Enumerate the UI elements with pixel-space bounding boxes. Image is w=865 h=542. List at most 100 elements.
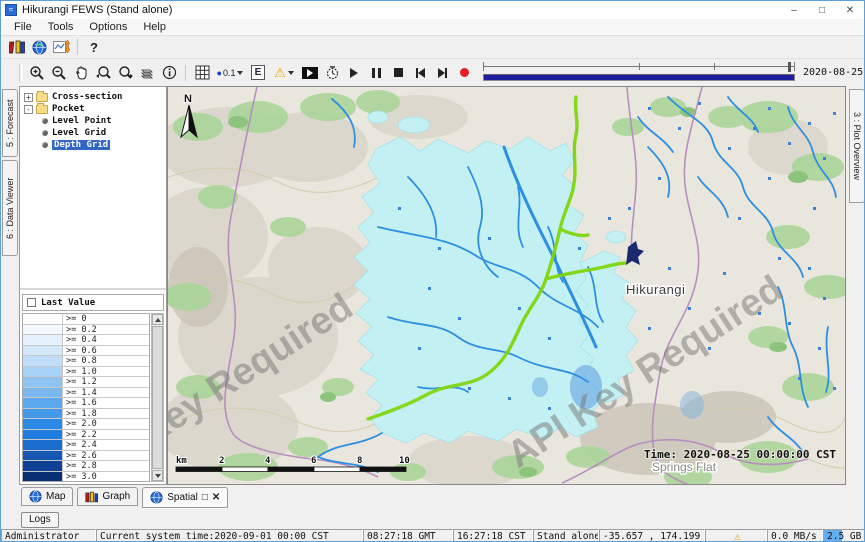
info-icon[interactable] bbox=[158, 63, 180, 83]
legend-row[interactable]: >= 2.8 bbox=[23, 461, 149, 472]
time-slider-handle[interactable] bbox=[788, 62, 791, 72]
legend-row[interactable]: >= 2.0 bbox=[23, 419, 149, 430]
legend-scrollbar[interactable] bbox=[151, 313, 164, 482]
legend-row[interactable]: >= 2.6 bbox=[23, 451, 149, 462]
zoom-previous-icon[interactable] bbox=[92, 63, 114, 83]
legend-row[interactable]: >= 1.6 bbox=[23, 398, 149, 409]
tree-item-pocket[interactable]: - Pocket bbox=[20, 103, 166, 115]
folder-icon bbox=[36, 93, 48, 102]
warning-icon: ⚠ bbox=[734, 530, 741, 542]
zoom-next-icon[interactable] bbox=[114, 63, 136, 83]
threshold-dot-icon: ● bbox=[217, 68, 222, 78]
svg-text:2: 2 bbox=[219, 456, 224, 466]
legend-row[interactable]: >= 1.0 bbox=[23, 367, 149, 378]
threshold-value: 0.1 bbox=[223, 68, 236, 78]
legend-row[interactable]: >= 0.8 bbox=[23, 356, 149, 367]
tab-graph[interactable]: Graph bbox=[77, 487, 138, 506]
current-map-datetime: 2020-08-25 00:00:00 CST bbox=[803, 67, 865, 78]
tab-maximize-icon[interactable]: □ bbox=[202, 492, 208, 503]
pan-hand-icon[interactable] bbox=[70, 63, 92, 83]
menu-options[interactable]: Options bbox=[82, 20, 134, 34]
chevron-down-icon bbox=[237, 71, 243, 75]
globe-icon[interactable] bbox=[28, 37, 50, 57]
warning-dropdown[interactable]: ⚠ bbox=[269, 63, 299, 83]
legend-swatch bbox=[23, 356, 63, 366]
play-button[interactable] bbox=[343, 63, 365, 83]
menu-help[interactable]: Help bbox=[136, 20, 173, 34]
tab-map[interactable]: Map bbox=[21, 487, 73, 506]
legend-row[interactable]: >= 0.4 bbox=[23, 335, 149, 346]
time-slider[interactable] bbox=[483, 62, 795, 84]
legend-swatch bbox=[23, 325, 63, 335]
map-canvas[interactable]: API Key Required API Key Required Hikura… bbox=[168, 87, 846, 485]
legend-swatch bbox=[23, 398, 63, 408]
legend-row[interactable]: >= 2.4 bbox=[23, 440, 149, 451]
time-span-bar bbox=[483, 74, 795, 81]
main-area: 5 : Forecast 6 : Data Viewer + Cross-sec… bbox=[1, 86, 865, 485]
skip-start-button[interactable] bbox=[409, 63, 431, 83]
scrollbar-thumb[interactable] bbox=[152, 326, 163, 469]
tab-data-viewer[interactable]: 6 : Data Viewer bbox=[2, 160, 18, 256]
tree-item-level-point[interactable]: Level Point bbox=[20, 115, 166, 127]
layers-icon[interactable] bbox=[136, 63, 158, 83]
legend-row[interactable]: >= 0.6 bbox=[23, 346, 149, 357]
database-icon[interactable] bbox=[6, 37, 28, 57]
status-transfer-rate: 0.0 MB/s bbox=[767, 529, 823, 542]
legend-row[interactable]: >= 1.8 bbox=[23, 409, 149, 420]
legend-row[interactable]: >= 3.0 bbox=[23, 472, 149, 483]
animation-settings-icon[interactable] bbox=[321, 63, 343, 83]
node-bullet-icon bbox=[42, 118, 48, 124]
spatial-map[interactable]: API Key Required API Key Required Hikura… bbox=[167, 86, 846, 485]
legend-row[interactable]: >= 1.4 bbox=[23, 388, 149, 399]
help-icon[interactable]: ? bbox=[83, 37, 105, 57]
menu-file[interactable]: File bbox=[7, 20, 39, 34]
collapse-icon[interactable]: - bbox=[24, 105, 33, 114]
svg-text:N: N bbox=[184, 93, 192, 105]
zoom-out-icon[interactable] bbox=[48, 63, 70, 83]
tree-item-level-grid[interactable]: Level Grid bbox=[20, 127, 166, 139]
status-bar: Administrator Current system time:2020-0… bbox=[1, 529, 864, 542]
stop-button[interactable] bbox=[387, 63, 409, 83]
logs-button[interactable]: Logs bbox=[21, 512, 59, 528]
expand-icon[interactable]: + bbox=[24, 93, 33, 102]
title-bar[interactable]: ≈ Hikurangi FEWS (Stand alone) – □ ✕ bbox=[1, 1, 864, 19]
legend-header-label: Last Value bbox=[41, 298, 95, 308]
tab-plot-overview[interactable]: 3 : Plot Overview bbox=[849, 89, 865, 203]
legend-row[interactable]: >= 1.2 bbox=[23, 377, 149, 388]
svg-text:km: km bbox=[176, 456, 187, 466]
svg-text:6: 6 bbox=[311, 456, 316, 466]
tab-spatial[interactable]: Spatial □ ✕ bbox=[142, 487, 228, 508]
scroll-up-icon[interactable] bbox=[152, 314, 163, 325]
legend-row[interactable]: >= 2.2 bbox=[23, 430, 149, 441]
globe-icon bbox=[150, 491, 163, 504]
application-window: ≈ Hikurangi FEWS (Stand alone) – □ ✕ Fil… bbox=[0, 0, 865, 542]
layer-tree: + Cross-section - Pocket Level Point Lev… bbox=[20, 87, 166, 290]
tab-close-icon[interactable]: ✕ bbox=[212, 492, 220, 503]
close-button[interactable]: ✕ bbox=[836, 1, 864, 19]
tree-item-label: Pocket bbox=[52, 104, 85, 114]
legend-swatch bbox=[23, 461, 63, 471]
record-button[interactable] bbox=[453, 63, 475, 83]
minimize-button[interactable]: – bbox=[780, 1, 808, 19]
maximize-button[interactable]: □ bbox=[808, 1, 836, 19]
import-chart-icon[interactable] bbox=[50, 37, 72, 57]
scroll-down-icon[interactable] bbox=[152, 470, 163, 481]
pause-button[interactable] bbox=[365, 63, 387, 83]
label-toggle-button[interactable]: E bbox=[247, 63, 269, 83]
status-warning[interactable]: ⚠ bbox=[705, 529, 767, 542]
skip-end-button[interactable] bbox=[431, 63, 453, 83]
tree-item-cross-section[interactable]: + Cross-section bbox=[20, 91, 166, 103]
threshold-dropdown[interactable]: ● 0.1 bbox=[213, 63, 247, 83]
menu-tools[interactable]: Tools bbox=[41, 20, 81, 34]
grid-icon[interactable] bbox=[191, 63, 213, 83]
toolbar-grip[interactable] bbox=[19, 64, 22, 82]
folder-icon bbox=[36, 105, 48, 114]
tab-forecast[interactable]: 5 : Forecast bbox=[2, 89, 18, 157]
last-value-toggle[interactable]: Last Value bbox=[22, 294, 164, 311]
legend-row[interactable]: >= 0.2 bbox=[23, 325, 149, 336]
animation-movie-icon[interactable] bbox=[299, 63, 321, 83]
legend-row[interactable]: >= 0 bbox=[23, 314, 149, 325]
checkbox-icon[interactable] bbox=[27, 298, 36, 307]
zoom-in-icon[interactable] bbox=[26, 63, 48, 83]
tree-item-depth-grid[interactable]: Depth Grid bbox=[20, 139, 166, 151]
